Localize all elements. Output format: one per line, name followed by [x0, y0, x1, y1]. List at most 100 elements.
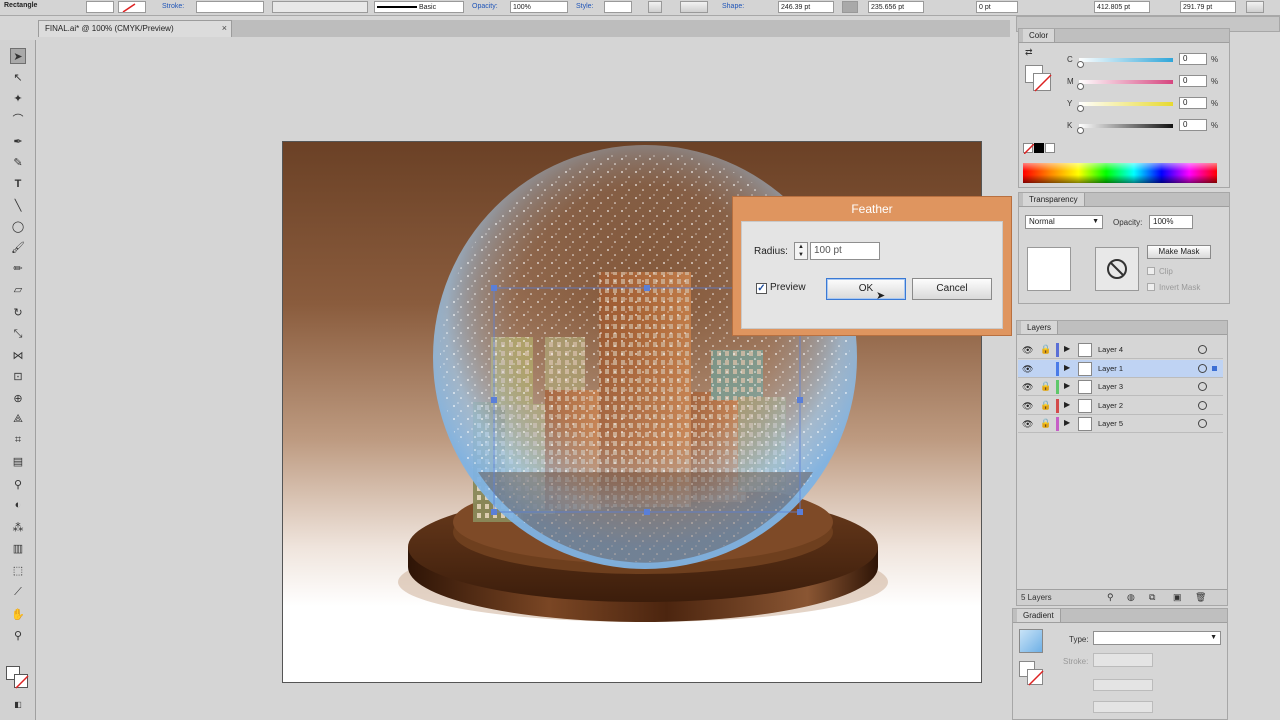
- yellow-value[interactable]: 0: [1179, 97, 1207, 109]
- opacity-field[interactable]: 100%: [510, 1, 568, 13]
- color-spectrum-bar[interactable]: [1023, 163, 1217, 183]
- paintbrush-tool-icon[interactable]: 🖌: [10, 239, 26, 255]
- expand-arrow-icon[interactable]: ▶: [1064, 418, 1070, 427]
- yellow-slider-handle[interactable]: [1077, 105, 1084, 112]
- hand-tool-icon[interactable]: ✋: [10, 606, 26, 622]
- locate-object-icon[interactable]: ⚲: [1107, 592, 1114, 603]
- cyan-slider-handle[interactable]: [1077, 61, 1084, 68]
- transparency-panel-tab[interactable]: Transparency: [1023, 193, 1085, 206]
- visibility-eye-icon[interactable]: 👁: [1022, 382, 1033, 393]
- expand-arrow-icon[interactable]: ▶: [1064, 381, 1070, 390]
- type-tool-icon[interactable]: T: [10, 176, 26, 192]
- mesh-tool-icon[interactable]: ⌗: [10, 432, 26, 448]
- cyan-slider[interactable]: [1079, 58, 1173, 62]
- lock-icon[interactable]: 🔒: [1040, 344, 1051, 355]
- blend-mode-select[interactable]: Normal ▼: [1025, 215, 1103, 229]
- invert-mask-checkbox[interactable]: [1147, 283, 1155, 291]
- layer-row[interactable]: 👁 🔒 ▶ Layer 3: [1018, 378, 1223, 396]
- gradient-type-select[interactable]: ▼: [1093, 631, 1221, 645]
- layer-name[interactable]: Layer 1: [1098, 364, 1123, 373]
- align-icon[interactable]: [680, 1, 708, 13]
- variable-width-field[interactable]: [272, 1, 368, 13]
- layer-name[interactable]: Layer 5: [1098, 419, 1123, 428]
- y-position-field[interactable]: 291.79 pt: [1180, 1, 1236, 13]
- visibility-eye-icon[interactable]: 👁: [1022, 345, 1033, 356]
- stroke-color-icon[interactable]: [14, 674, 29, 689]
- blob-brush-tool-icon[interactable]: ✎: [10, 154, 26, 170]
- recolor-icon[interactable]: [648, 1, 662, 13]
- make-mask-button[interactable]: Make Mask: [1147, 245, 1211, 259]
- x-position-field[interactable]: 412.805 pt: [1094, 1, 1150, 13]
- drawing-modes-icon[interactable]: ◧: [10, 696, 26, 712]
- black-value[interactable]: 0: [1179, 119, 1207, 131]
- stroke-swatch-icon[interactable]: [1033, 73, 1052, 92]
- column-graph-tool-icon[interactable]: ▥: [10, 540, 26, 556]
- layer-row[interactable]: 👁 🔒 ▶ Layer 4: [1018, 341, 1223, 359]
- clipping-mask-icon[interactable]: ◍: [1127, 592, 1135, 603]
- color-panel-tab[interactable]: Color: [1023, 29, 1056, 42]
- slice-tool-icon[interactable]: ⟋: [10, 584, 26, 600]
- layer-row[interactable]: 👁 🔒 ▶ Layer 2: [1018, 397, 1223, 415]
- black-slider[interactable]: [1079, 124, 1173, 128]
- transparency-opacity-field[interactable]: 100%: [1149, 215, 1193, 229]
- transform-icon[interactable]: [1246, 1, 1264, 13]
- delete-layer-icon[interactable]: 🗑: [1195, 592, 1206, 603]
- graphic-style-field[interactable]: [604, 1, 632, 13]
- lock-icon[interactable]: 🔒: [1040, 381, 1051, 392]
- ok-button[interactable]: OK: [826, 278, 906, 300]
- line-segment-tool-icon[interactable]: ╲: [10, 197, 26, 213]
- none-swatch-icon[interactable]: [1023, 143, 1035, 155]
- zoom-tool-icon[interactable]: ⚲: [10, 627, 26, 643]
- preview-checkbox[interactable]: ✓: [756, 283, 767, 294]
- perspective-grid-tool-icon[interactable]: ⟁: [10, 411, 26, 427]
- gradient-angle-field[interactable]: [1093, 679, 1153, 691]
- cancel-button[interactable]: Cancel: [912, 278, 992, 300]
- selection-tool-icon[interactable]: ➤: [10, 48, 26, 64]
- visibility-eye-icon[interactable]: 👁: [1022, 364, 1033, 375]
- swap-colors-icon[interactable]: ⇄: [1025, 47, 1033, 58]
- selection-indicator-icon[interactable]: [1212, 365, 1217, 371]
- gradient-stroke-icon[interactable]: [1027, 669, 1044, 686]
- lock-icon[interactable]: 🔒: [1040, 418, 1051, 429]
- mask-thumbnail[interactable]: [1095, 247, 1139, 291]
- cyan-value[interactable]: 0: [1179, 53, 1207, 65]
- artboard-tool-icon[interactable]: ⬚: [10, 562, 26, 578]
- ellipse-tool-icon[interactable]: ◯: [10, 218, 26, 234]
- layer-name[interactable]: Layer 3: [1098, 382, 1123, 391]
- visibility-eye-icon[interactable]: 👁: [1022, 401, 1033, 412]
- pencil-tool-icon[interactable]: ✏: [10, 260, 26, 276]
- width-field[interactable]: 246.39 pt: [778, 1, 834, 13]
- width-tool-icon[interactable]: ⋈: [10, 347, 26, 363]
- constrain-link-icon[interactable]: [842, 1, 858, 13]
- layer-name[interactable]: Layer 2: [1098, 401, 1123, 410]
- new-sublayer-icon[interactable]: ⧉: [1149, 592, 1155, 603]
- stroke-weight-field[interactable]: [196, 1, 264, 13]
- layer-name[interactable]: Layer 4: [1098, 345, 1123, 354]
- yellow-slider[interactable]: [1079, 102, 1173, 106]
- gradient-tool-icon[interactable]: ▤: [10, 453, 26, 469]
- rotate-tool-icon[interactable]: ↻: [10, 304, 26, 320]
- target-circle-icon[interactable]: [1198, 400, 1207, 410]
- target-circle-icon[interactable]: [1198, 345, 1207, 354]
- target-circle-icon[interactable]: [1198, 363, 1207, 373]
- magenta-slider-handle[interactable]: [1077, 83, 1084, 90]
- symbol-sprayer-tool-icon[interactable]: ⁂: [10, 519, 26, 535]
- stroke-swatch[interactable]: [118, 1, 146, 13]
- eyedropper-tool-icon[interactable]: ⚲: [10, 476, 26, 492]
- layers-panel-tab[interactable]: Layers: [1021, 321, 1059, 334]
- radius-input[interactable]: 100 pt: [810, 242, 880, 260]
- black-slider-handle[interactable]: [1077, 127, 1084, 134]
- magic-wand-tool-icon[interactable]: ✦: [10, 90, 26, 106]
- scale-tool-icon[interactable]: ⤡: [10, 326, 26, 342]
- close-icon[interactable]: ×: [222, 21, 227, 36]
- lasso-tool-icon[interactable]: ⌒: [10, 111, 26, 127]
- expand-arrow-icon[interactable]: ▶: [1064, 363, 1070, 372]
- layer-row[interactable]: 👁 ▶ Layer 1: [1018, 359, 1223, 378]
- layer-row[interactable]: 👁 🔒 ▶ Layer 5: [1018, 415, 1223, 433]
- document-tab[interactable]: FINAL.ai* @ 100% (CMYK/Preview) ×: [38, 20, 232, 37]
- magenta-slider[interactable]: [1079, 80, 1173, 84]
- white-swatch[interactable]: [1045, 143, 1055, 153]
- gradient-aspect-field[interactable]: [1093, 701, 1153, 713]
- radius-stepper-icon[interactable]: ▲ ▼: [794, 242, 808, 260]
- stroke-gradient-buttons[interactable]: [1093, 653, 1153, 667]
